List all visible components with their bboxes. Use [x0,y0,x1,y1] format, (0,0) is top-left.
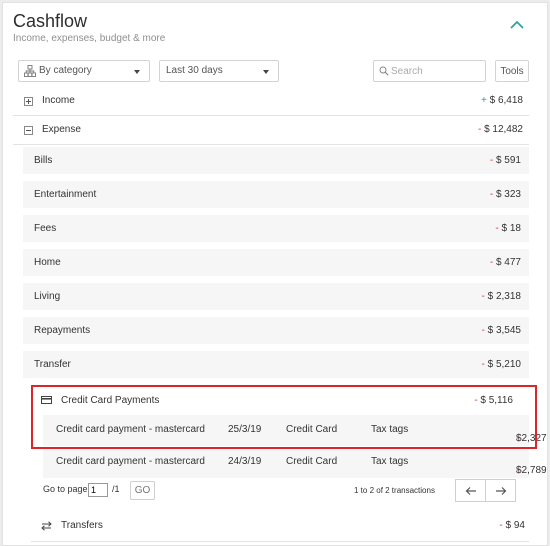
expense-row[interactable]: Expense - $ 12,482 [13,116,529,145]
income-sign: + [481,95,487,106]
period-value: Last 30 days [166,65,223,76]
category-row-repayments[interactable]: Repayments - $ 3,545 [23,317,529,344]
transaction-account: Credit Card [286,456,338,467]
category-label: Home [34,257,61,268]
expense-sign: - [477,124,482,135]
income-label: Income [42,95,75,106]
category-label: Repayments [34,325,91,336]
category-amount: $ 5,210 [487,359,521,370]
page-title: Cashflow [13,11,88,31]
transaction-row[interactable]: Credit card payment - mastercard 24/3/19… [43,447,547,478]
category-label: Living [34,291,61,302]
income-amount: $ 6,418 [489,95,523,106]
category-row-fees[interactable]: Fees - $ 18 [23,215,529,242]
expand-icon[interactable] [24,97,33,106]
chevron-down-icon [134,70,140,74]
transaction-description: Credit card payment - mastercard [56,456,205,467]
category-row-home[interactable]: Home - $ 477 [23,249,529,276]
expense-label: Expense [42,124,81,135]
go-to-page-label: Go to page: [43,484,91,494]
category-row-entertainment[interactable]: Entertainment - $ 323 [23,181,529,208]
period-dropdown[interactable]: Last 30 days [159,60,279,82]
category-amount: $ 323 [495,189,521,200]
transaction-date: 24/3/19 [228,456,262,467]
category-sign: - [481,291,485,302]
category-amount: $ 3,545 [487,325,521,336]
transaction-tags[interactable]: Tax tags [371,456,408,467]
search-input[interactable] [391,64,481,79]
chevron-down-icon [263,70,269,74]
arrow-left-icon [465,487,476,495]
category-tree-icon [24,65,36,77]
category-sign: - [489,189,494,200]
subcategory-label: Transfers [61,520,103,531]
transaction-amount: $2,789 [516,465,547,476]
category-amount: $ 18 [501,223,521,234]
tools-button[interactable]: Tools [495,60,529,82]
highlight-box [31,385,537,449]
category-label: Fees [34,223,57,234]
group-by-value: By category [39,65,92,76]
category-label: Entertainment [34,189,97,200]
next-page-button[interactable] [485,479,516,502]
category-sign: - [481,359,485,370]
search-box[interactable] [373,60,486,82]
category-sign: - [489,155,494,166]
income-row[interactable]: Income + $ 6,418 [13,87,529,116]
search-icon [379,66,389,76]
go-button[interactable]: GO [130,481,155,500]
page-subtitle: Income, expenses, budget & more [13,33,166,44]
subcategory-row-transfers[interactable]: Transfers - $ 94 [31,511,529,542]
total-pages: /1 [112,484,120,494]
category-sign: - [481,325,485,336]
group-by-dropdown[interactable]: By category [18,60,150,82]
pagination: Go to page: /1 GO 1 to 2 of 2 transactio… [43,478,529,504]
previous-page-button[interactable] [455,479,486,502]
category-label: Bills [34,155,53,166]
transaction-count: 1 to 2 of 2 transactions [354,486,435,495]
expense-amount: $ 12,482 [484,124,523,135]
subcategory-sign: - [499,520,503,531]
arrow-right-icon [496,487,507,495]
category-row-transfer[interactable]: Transfer - $ 5,210 [23,351,529,378]
chevron-up-icon[interactable] [509,19,525,31]
category-sign: - [495,223,499,234]
transfer-arrows-icon [41,521,52,531]
category-amount: $ 591 [495,155,521,166]
category-row-bills[interactable]: Bills - $ 591 [23,147,529,174]
subcategory-amount: $ 94 [505,520,525,531]
page-input[interactable] [88,483,108,497]
collapse-icon[interactable] [24,126,33,135]
category-amount: $ 2,318 [487,291,521,302]
category-row-living[interactable]: Living - $ 2,318 [23,283,529,310]
category-sign: - [489,257,494,268]
category-amount: $ 477 [495,257,521,268]
category-label: Transfer [34,359,71,370]
